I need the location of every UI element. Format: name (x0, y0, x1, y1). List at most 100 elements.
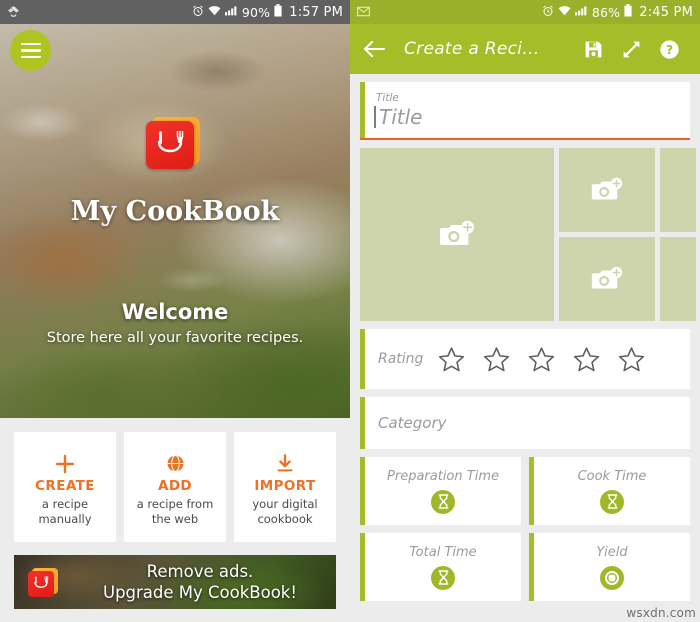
create-card-title: CREATE (35, 477, 95, 494)
field-accent-bar (529, 457, 534, 525)
battery-percent-right: 86% (591, 4, 621, 20)
camera-add-icon (440, 220, 474, 245)
back-arrow-icon (363, 40, 386, 58)
photo-slot-column (559, 148, 655, 321)
status-system-icons-right: 86% 2:45 PM (542, 4, 693, 20)
welcome-heading: Welcome (121, 300, 229, 324)
clock-right: 2:45 PM (639, 4, 693, 20)
expand-icon (623, 41, 639, 57)
status-notification-icons-right (357, 6, 370, 19)
time-row-1: Preparation Time Cook Time (360, 457, 690, 525)
photo-slot-column-offscreen (660, 148, 696, 321)
preparation-time-label: Preparation Time (387, 468, 499, 484)
star-icon-3[interactable] (527, 345, 556, 374)
title-field-label: Title (376, 91, 399, 104)
photo-slot-4[interactable] (660, 148, 696, 232)
star-icon-2[interactable] (482, 345, 511, 374)
create-desc-line2: manually (38, 511, 92, 526)
create-recipe-card[interactable]: CREATE a recipe manually (14, 432, 116, 542)
clock-left: 1:57 PM (289, 4, 343, 20)
ad-spoon-fork-smile-icon (34, 576, 49, 588)
cook-time-label: Cook Time (577, 468, 647, 484)
total-time-field[interactable]: Total Time (360, 533, 521, 601)
time-row-2: Total Time Yield (360, 533, 690, 601)
left-status-bar: 90% 1:57 PM (0, 0, 350, 24)
mail-icon (357, 6, 370, 19)
field-accent-bar (360, 397, 365, 449)
star-icon-1[interactable] (437, 345, 466, 374)
field-accent-bar (360, 457, 365, 525)
field-accent-bar (360, 533, 365, 601)
hourglass-icon (600, 489, 624, 514)
battery-icon (274, 4, 282, 20)
ad-cookbook-logo-icon (28, 568, 58, 597)
photo-slot-2[interactable] (559, 148, 655, 232)
save-button[interactable] (574, 39, 612, 60)
status-notification-icons (7, 5, 20, 20)
yield-label: Yield (596, 544, 628, 560)
upgrade-ad-banner[interactable]: Remove ads. Upgrade My CookBook! (14, 555, 336, 609)
action-cards-row: CREATE a recipe manually ADD a recipe fr… (0, 418, 350, 542)
star-icon-5[interactable] (617, 345, 646, 374)
photo-slot-5[interactable] (660, 237, 696, 321)
camera-add-icon (591, 266, 623, 288)
cookbook-logo-icon (146, 117, 200, 169)
app-bar: Create a Reci... ? (350, 24, 700, 74)
ad-line1: Remove ads. (146, 562, 254, 581)
camera-add-icon (591, 177, 623, 199)
plus-icon (55, 452, 75, 476)
right-screen-create-recipe: 86% 2:45 PM Create a Reci... ? Title Tit… (350, 0, 700, 622)
import-card-desc: your digital cookbook (252, 497, 317, 527)
menu-icon-bar (20, 42, 41, 46)
bowl-icon (600, 565, 624, 590)
menu-icon-bar (20, 55, 41, 59)
page-title: My CookBook (70, 196, 280, 227)
dual-screenshot: 90% 1:57 PM My CookBook Welcome Store he… (0, 0, 700, 622)
cook-time-field[interactable]: Cook Time (529, 457, 690, 525)
wifi-icon (558, 5, 571, 19)
photo-slot-3[interactable] (559, 237, 655, 321)
hourglass-icon (431, 489, 455, 514)
dropbox-icon (7, 5, 20, 20)
import-cookbook-card[interactable]: IMPORT your digital cookbook (234, 432, 336, 542)
add-card-title: ADD (157, 477, 193, 494)
hamburger-menu-button[interactable] (10, 30, 51, 71)
category-field[interactable]: Category (360, 397, 690, 449)
back-button[interactable] (362, 39, 396, 59)
import-desc-line1: your digital (252, 496, 318, 511)
field-accent-bar (360, 329, 365, 389)
photo-picker-grid (360, 148, 696, 321)
field-accent-bar (529, 533, 534, 601)
signal-icon (224, 5, 238, 19)
save-icon (585, 41, 601, 57)
spoon-fork-smile-icon (157, 131, 184, 153)
expand-button[interactable] (612, 39, 650, 60)
alarm-icon (542, 5, 554, 20)
yield-field[interactable]: Yield (529, 533, 690, 601)
help-button[interactable]: ? (650, 39, 688, 60)
hero-photo-banner: My CookBook Welcome Store here all your … (0, 24, 350, 418)
alarm-icon (192, 5, 204, 20)
status-system-icons: 90% 1:57 PM (192, 4, 343, 20)
add-from-web-card[interactable]: ADD a recipe from the web (124, 432, 226, 542)
import-desc-line2: cookbook (257, 511, 313, 526)
svg-text:?: ? (665, 43, 672, 57)
rating-stars (437, 345, 646, 374)
photo-slot-main[interactable] (360, 148, 554, 321)
watermark: wsxdn.com (626, 606, 696, 620)
total-time-label: Total Time (409, 544, 477, 560)
signal-icon (574, 5, 588, 19)
right-status-bar: 86% 2:45 PM (350, 0, 700, 24)
help-icon: ? (659, 39, 679, 59)
title-input[interactable]: Title (373, 105, 422, 129)
add-desc-line1: a recipe from (136, 496, 214, 511)
category-input[interactable]: Category (378, 414, 447, 432)
rating-field[interactable]: Rating (360, 329, 690, 389)
preparation-time-field[interactable]: Preparation Time (360, 457, 521, 525)
left-screen-home: 90% 1:57 PM My CookBook Welcome Store he… (0, 0, 350, 622)
ad-line2: Upgrade My CookBook! (103, 583, 297, 603)
star-icon-4[interactable] (572, 345, 601, 374)
add-card-desc: a recipe from the web (137, 497, 214, 527)
title-field[interactable]: Title Title (360, 82, 690, 140)
field-accent-bar (360, 82, 365, 138)
